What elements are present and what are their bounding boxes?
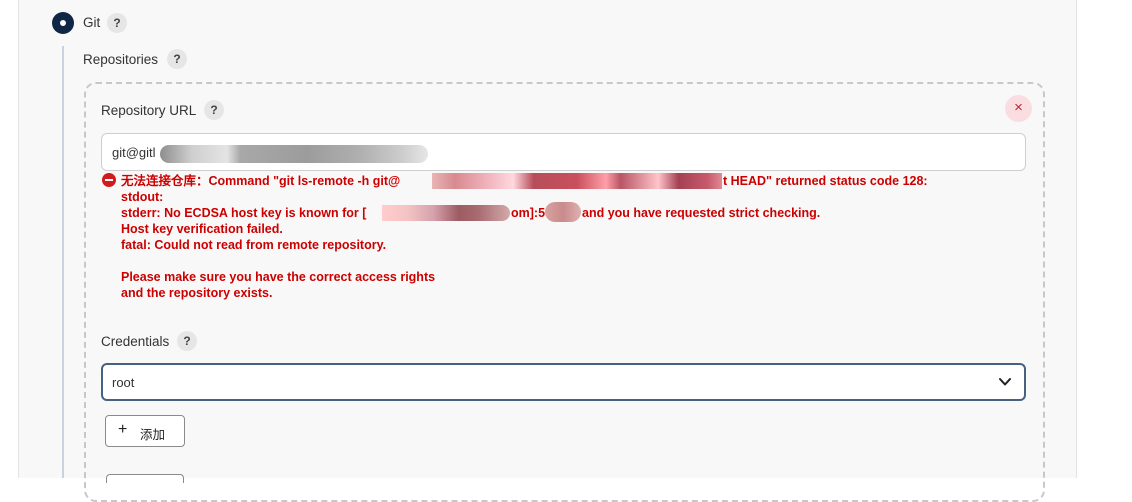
error-line-1b: t HEAD" returned status code 128: (723, 174, 928, 188)
error-line-2: stdout: (121, 190, 164, 204)
plus-icon: + (118, 421, 128, 438)
section-indent-line (62, 46, 64, 478)
repository-url-help-icon[interactable]: ? (204, 100, 224, 120)
error-line-3a: stderr: No ECDSA host key is known for [ (121, 206, 367, 220)
redacted-port (545, 202, 581, 222)
git-option-label: Git (83, 15, 101, 30)
delete-repository-button[interactable]: × (1005, 95, 1032, 122)
redacted-host (432, 173, 722, 189)
git-radio-button[interactable] (52, 12, 74, 34)
close-icon: × (1014, 99, 1023, 116)
error-line-5: fatal: Could not read from remote reposi… (121, 238, 387, 252)
credentials-help-icon[interactable]: ? (177, 331, 197, 351)
redacted-url (160, 145, 428, 163)
error-line-1a: 无法连接仓库：Command "git ls-remote -h git@ (121, 174, 401, 188)
git-help-icon[interactable]: ? (107, 13, 127, 33)
repository-url-label: Repository URL (101, 103, 197, 118)
repository-url-input[interactable]: git@gitl (101, 133, 1026, 171)
error-line-4: Host key verification failed. (121, 222, 283, 236)
add-credentials-button[interactable]: + 添加 (105, 415, 185, 447)
redacted-hostname (382, 205, 510, 221)
credentials-selected-value: root (112, 375, 135, 390)
error-line-3c: and you have requested strict checking. (582, 206, 821, 220)
error-line-7: and the repository exists. (121, 286, 273, 300)
error-icon (102, 173, 116, 187)
error-line-6: Please make sure you have the correct ac… (121, 270, 436, 284)
credentials-label: Credentials (101, 334, 170, 349)
add-credentials-label: 添加 (140, 428, 166, 442)
repository-url-value: git@gitl (112, 145, 156, 160)
credentials-select[interactable]: root (101, 363, 1026, 401)
repositories-label: Repositories (83, 52, 159, 67)
chevron-down-icon (999, 378, 1011, 386)
error-line-3b: om]:5 (511, 206, 546, 220)
cut-off-button[interactable] (106, 474, 184, 483)
repositories-help-icon[interactable]: ? (167, 49, 187, 69)
